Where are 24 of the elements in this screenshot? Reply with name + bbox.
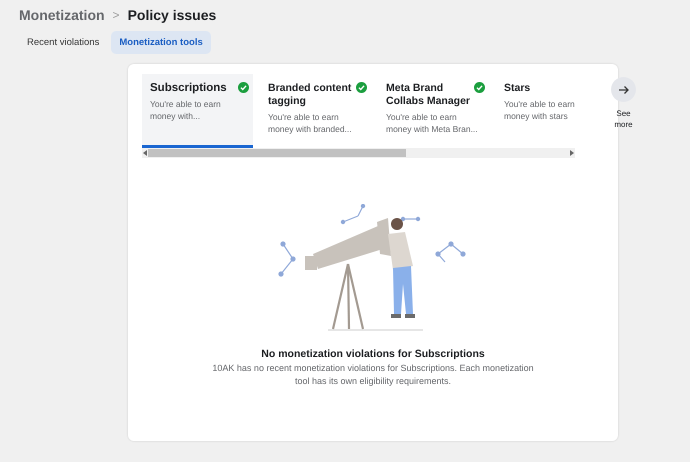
tool-title: Subscriptions	[150, 82, 228, 95]
horizontal-scrollbar[interactable]	[142, 148, 575, 158]
empty-state-description: 10AK has no recent monetization violations for Subscriptions. Each monetization tool has its own eligibility requirements.	[211, 362, 535, 388]
scroll-right-icon[interactable]	[570, 150, 574, 156]
breadcrumb-separator: >	[112, 8, 120, 22]
tool-card[interactable]: Stars You're able to earn money with stars	[496, 74, 607, 148]
tab[interactable]: Recent violations	[19, 31, 108, 54]
tool-card[interactable]: Branded content tagging You're able to earn money with branded...	[260, 74, 371, 148]
tool-card[interactable]: Meta Brand Collabs Manager You're able to earn money with Meta Bran...	[378, 74, 489, 148]
next-arrow-button[interactable]	[611, 77, 636, 102]
see-more-link[interactable]: See more	[611, 108, 636, 130]
tool-description: You're able to earn money with Meta Bran...	[386, 111, 479, 135]
tool-description: You're able to earn money with...	[150, 98, 222, 122]
breadcrumb-link[interactable]: Monetization	[19, 7, 105, 23]
tool-card[interactable]: Subscriptions You're able to earn money with...	[142, 74, 253, 148]
tab[interactable]: Monetization tools	[111, 31, 211, 54]
tool-description: You're able to earn money with branded...	[268, 111, 353, 135]
arrow-icon	[618, 84, 630, 96]
tool-title: Branded content tagging	[268, 82, 352, 108]
tool-description: You're able to earn money with stars	[504, 98, 576, 122]
tool-title: Stars	[504, 82, 532, 95]
tool-title: Meta Brand Collabs Manager	[386, 82, 472, 108]
empty-state-title: No monetization violations for Subscriptions	[261, 348, 485, 360]
page-title: Policy issues	[128, 7, 216, 23]
